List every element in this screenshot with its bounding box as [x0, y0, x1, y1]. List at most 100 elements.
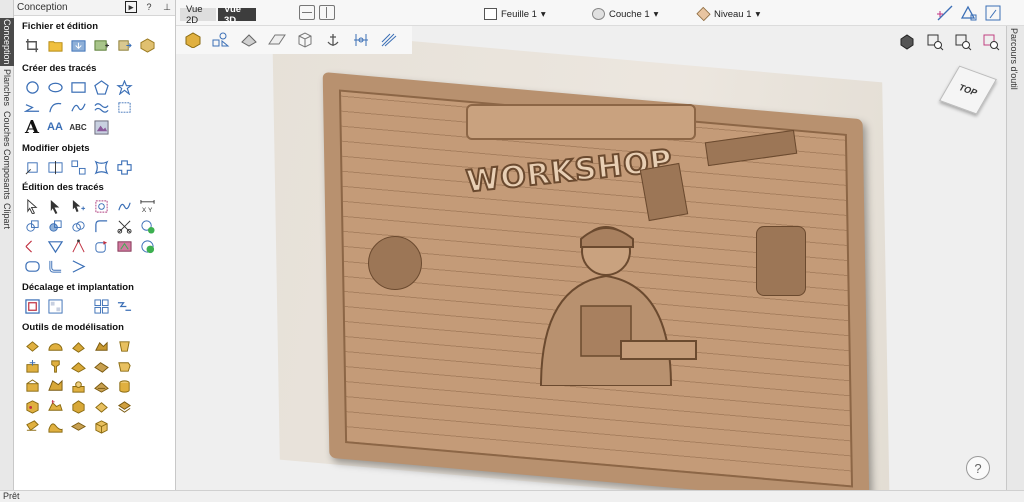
wave-icon[interactable]	[91, 98, 111, 116]
nest-icon[interactable]	[114, 158, 134, 176]
intersect-icon[interactable]	[68, 217, 88, 235]
zoom-extents-icon[interactable]	[952, 32, 974, 52]
curve-icon[interactable]	[68, 98, 88, 116]
blend-icon[interactable]	[91, 357, 111, 375]
relief-layer-icon[interactable]	[114, 397, 134, 415]
nesting-icon[interactable]	[45, 297, 65, 315]
drawing-tools-icon[interactable]	[960, 4, 978, 22]
texture-icon[interactable]	[91, 377, 111, 395]
trim-icon[interactable]	[91, 197, 111, 215]
plane-icon[interactable]	[266, 30, 288, 50]
snap-icon[interactable]	[936, 4, 954, 22]
ellipse-icon[interactable]	[45, 78, 65, 96]
bake-icon[interactable]	[91, 397, 111, 415]
add-image-icon[interactable]	[91, 36, 111, 54]
crop-icon[interactable]	[22, 36, 42, 54]
layer-dropdown[interactable]: Couche 1 ▾	[592, 8, 658, 20]
single-view-icon[interactable]	[299, 5, 315, 20]
3d-viewport[interactable]: WORKSHOP	[176, 26, 1006, 490]
box-relief-icon[interactable]	[22, 397, 42, 415]
shapes-icon[interactable]	[210, 30, 232, 50]
tab-toolpaths[interactable]: Parcours d'outil	[1009, 28, 1019, 90]
text-on-curve-icon[interactable]: ABC	[68, 118, 88, 136]
triangle-curve-icon[interactable]	[45, 237, 65, 255]
tab-conception[interactable]: Conception	[0, 18, 14, 66]
join-icon[interactable]	[114, 197, 134, 215]
fillet-icon[interactable]	[91, 217, 111, 235]
level-dropdown[interactable]: Niveau 1 ▾	[696, 6, 760, 22]
help-button[interactable]: ?	[966, 456, 990, 480]
text-icon[interactable]: A	[22, 117, 42, 138]
add-component-icon[interactable]	[22, 357, 42, 375]
start-point-icon[interactable]	[114, 237, 134, 255]
anchor-icon[interactable]	[322, 30, 344, 50]
scissors-icon[interactable]	[114, 217, 134, 235]
zoom-selection-icon[interactable]	[924, 32, 946, 52]
turn-icon[interactable]	[114, 337, 134, 355]
distort-relief-icon[interactable]	[114, 357, 134, 375]
cube-view-icon[interactable]	[182, 30, 204, 50]
measure-tool-icon[interactable]	[350, 30, 372, 50]
collapse-panel-icon[interactable]: ▸	[125, 1, 137, 13]
view-2d-button[interactable]: Vue 2D	[180, 4, 216, 26]
extrude-icon[interactable]	[68, 337, 88, 355]
deform-icon[interactable]	[45, 417, 65, 435]
auto-layout-icon[interactable]	[114, 297, 134, 315]
fade-icon[interactable]	[22, 377, 42, 395]
star-icon[interactable]	[114, 78, 134, 96]
carve-icon[interactable]	[68, 397, 88, 415]
select-arrow-icon[interactable]	[22, 197, 42, 215]
pin-icon[interactable]: ⊥	[161, 1, 173, 13]
split-view-icon[interactable]	[319, 5, 335, 20]
tab-clipart[interactable]: Clipart	[0, 200, 14, 232]
rectangle-icon[interactable]	[68, 78, 88, 96]
dome-icon[interactable]	[45, 337, 65, 355]
rounded-rect-icon[interactable]	[22, 257, 42, 275]
polygon-icon[interactable]	[91, 78, 111, 96]
export-icon[interactable]	[114, 36, 134, 54]
text-style-icon[interactable]: AA	[45, 118, 65, 136]
slice-icon[interactable]	[22, 417, 42, 435]
polyline-icon[interactable]	[22, 98, 42, 116]
help-icon[interactable]: ?	[143, 1, 155, 13]
tilt-icon[interactable]	[45, 377, 65, 395]
zoom-material-icon[interactable]	[980, 32, 1002, 52]
reverse-path-icon[interactable]	[91, 237, 111, 255]
two-rail-icon[interactable]	[91, 337, 111, 355]
close-path-icon[interactable]	[137, 217, 157, 235]
chevron-right-icon[interactable]	[68, 257, 88, 275]
view-3d-button[interactable]: Vue 3D	[218, 4, 256, 26]
open-folder-icon[interactable]	[45, 36, 65, 54]
validate-icon[interactable]	[137, 237, 157, 255]
import-icon[interactable]	[68, 36, 88, 54]
shape-editor-icon[interactable]	[22, 337, 42, 355]
sheet-dropdown[interactable]: Feuille 1 ▾	[484, 8, 546, 20]
transform-icon[interactable]	[22, 158, 42, 176]
image-trace-icon[interactable]	[91, 118, 111, 136]
arc-icon[interactable]	[45, 98, 65, 116]
circle-icon[interactable]	[22, 78, 42, 96]
offset-curve-icon[interactable]	[45, 257, 65, 275]
zero-plane-icon[interactable]	[68, 417, 88, 435]
view-cube[interactable]: TOP	[939, 65, 997, 116]
node-add-icon[interactable]	[68, 197, 88, 215]
merge-relief-icon[interactable]	[45, 397, 65, 415]
subtract-icon[interactable]	[45, 217, 65, 235]
offset-icon[interactable]	[22, 297, 42, 315]
grid-settings-icon[interactable]	[984, 4, 1002, 22]
node-edit-icon[interactable]	[45, 197, 65, 215]
solid-box-icon[interactable]	[91, 417, 111, 435]
texture-map-icon[interactable]	[238, 30, 260, 50]
distort-icon[interactable]	[91, 158, 111, 176]
weld-icon[interactable]	[22, 217, 42, 235]
smooth-relief-icon[interactable]	[68, 357, 88, 375]
frame-icon[interactable]	[114, 98, 134, 116]
sculpt-icon[interactable]	[45, 357, 65, 375]
layout-copies-icon[interactable]	[91, 297, 111, 315]
array-icon[interactable]	[68, 158, 88, 176]
box-outline-icon[interactable]	[294, 30, 316, 50]
view-cube-top-face[interactable]: TOP	[939, 65, 997, 115]
shading-icon[interactable]	[896, 32, 918, 52]
cylinder-icon[interactable]	[114, 377, 134, 395]
tab-planches[interactable]: Planches	[0, 68, 14, 108]
